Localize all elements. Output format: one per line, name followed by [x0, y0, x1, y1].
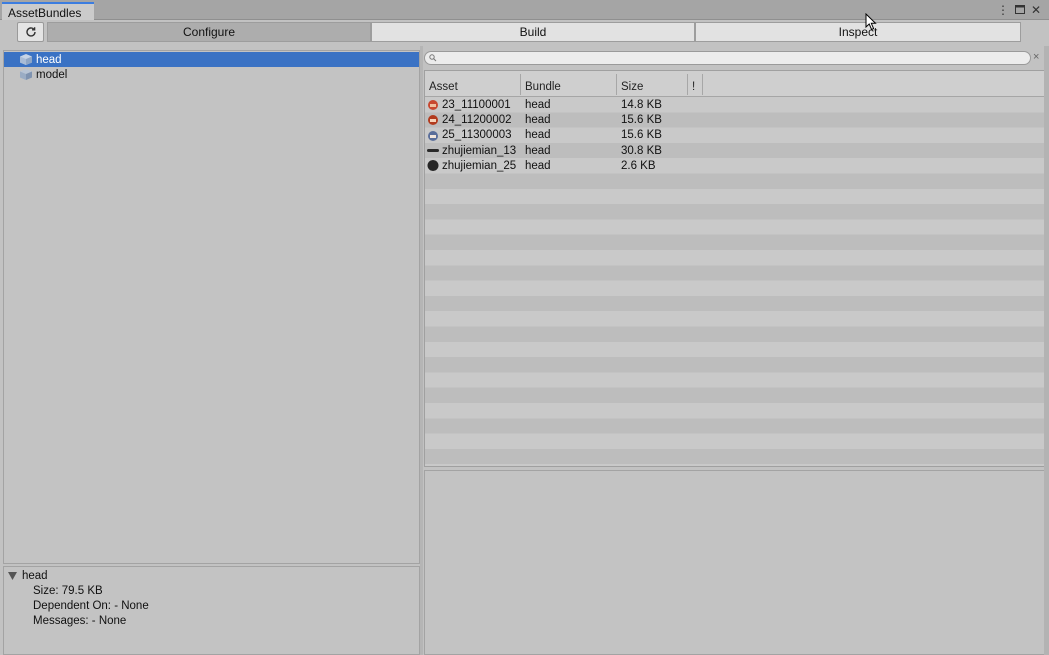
asset-bundle: head [525, 129, 551, 142]
refresh-button[interactable] [17, 22, 44, 42]
column-divider[interactable] [520, 74, 521, 95]
search-input[interactable] [424, 51, 1031, 65]
more-options-icon[interactable]: ⋮ [997, 3, 1009, 17]
asset-name: 23_11100001 [442, 98, 511, 111]
triangle-down-icon [8, 572, 17, 580]
asset-name: 25_11300003 [442, 129, 512, 142]
asset-size: 15.6 KB [621, 129, 662, 142]
asset-size: 14.8 KB [621, 98, 662, 111]
maximize-icon[interactable] [1014, 3, 1025, 17]
panel-splitter[interactable] [420, 46, 423, 655]
configure-tab-button[interactable]: Configure [47, 22, 371, 42]
sprite-icon [427, 160, 439, 172]
column-divider[interactable] [616, 74, 617, 95]
mouse-cursor-icon [865, 13, 877, 31]
build-tab-button[interactable]: Build [371, 22, 695, 42]
table-row[interactable]: 24_11200002 head 15.6 KB [425, 112, 1045, 127]
bundle-item-label: head [36, 53, 62, 66]
column-header-asset[interactable]: Asset [429, 81, 458, 93]
table-row[interactable]: zhujiemian_25 head 2.6 KB [425, 158, 1045, 173]
asset-name: zhujiemian_25 [442, 159, 517, 172]
refresh-icon [25, 27, 36, 37]
details-foldout[interactable]: head [8, 570, 48, 582]
column-divider[interactable] [702, 74, 703, 95]
head-avatar-icon [428, 100, 438, 111]
asset-size: 15.6 KB [621, 113, 662, 126]
asset-name: zhujiemian_13 [442, 144, 517, 157]
window-controls: ⋮ ✕ [997, 2, 1041, 18]
table-row[interactable]: 25_11300003 head 15.6 KB [425, 128, 1045, 143]
bundle-details-panel: head Size: 79.5 KB Dependent On: - None … [3, 566, 420, 655]
bundle-cube-icon [20, 69, 32, 80]
column-header-bundle[interactable]: Bundle [525, 81, 561, 93]
table-row[interactable]: 23_11100001 head 14.8 KB [425, 97, 1045, 112]
asset-bundle: head [525, 98, 551, 111]
asset-details-panel [424, 470, 1046, 655]
details-size: Size: 79.5 KB [33, 585, 103, 597]
search-icon [429, 54, 437, 62]
details-title: head [22, 570, 48, 582]
window-edge [1044, 46, 1049, 655]
asset-bundle: head [525, 113, 551, 126]
toolbar: Configure Build Inspect [0, 20, 1049, 46]
bundle-cube-icon [20, 54, 32, 65]
asset-table-header: Asset Bundle Size ! [425, 71, 1045, 97]
close-icon[interactable]: ✕ [1031, 3, 1041, 17]
asset-table: Asset Bundle Size ! 23_11100001 head 14.… [424, 70, 1046, 467]
search-clear-icon[interactable]: × [1033, 51, 1039, 63]
details-dependent-on: Dependent On: - None [33, 600, 149, 612]
asset-bundle: head [525, 144, 551, 157]
column-divider[interactable] [687, 74, 688, 95]
sprite-icon [427, 149, 439, 153]
table-row[interactable]: zhujiemian_13 head 30.8 KB [425, 143, 1045, 158]
bundle-list-panel: head model [3, 50, 420, 564]
head-avatar-icon [428, 130, 438, 141]
bundle-item-head[interactable]: head [4, 52, 419, 67]
column-header-warning[interactable]: ! [692, 81, 695, 93]
bundle-item-label: model [36, 68, 68, 81]
column-header-size[interactable]: Size [621, 81, 643, 93]
window-tab-assetbundles[interactable]: AssetBundles [2, 2, 94, 20]
asset-name: 24_11200002 [442, 113, 512, 126]
bundle-item-model[interactable]: model [4, 67, 419, 82]
details-messages: Messages: - None [33, 615, 127, 627]
inspect-tab-button[interactable]: Inspect [695, 22, 1021, 42]
window-tab-strip: AssetBundles ⋮ ✕ [0, 0, 1049, 20]
asset-size: 30.8 KB [621, 144, 662, 157]
head-avatar-icon [428, 115, 438, 126]
asset-bundle: head [525, 159, 551, 172]
asset-size: 2.6 KB [621, 159, 656, 172]
